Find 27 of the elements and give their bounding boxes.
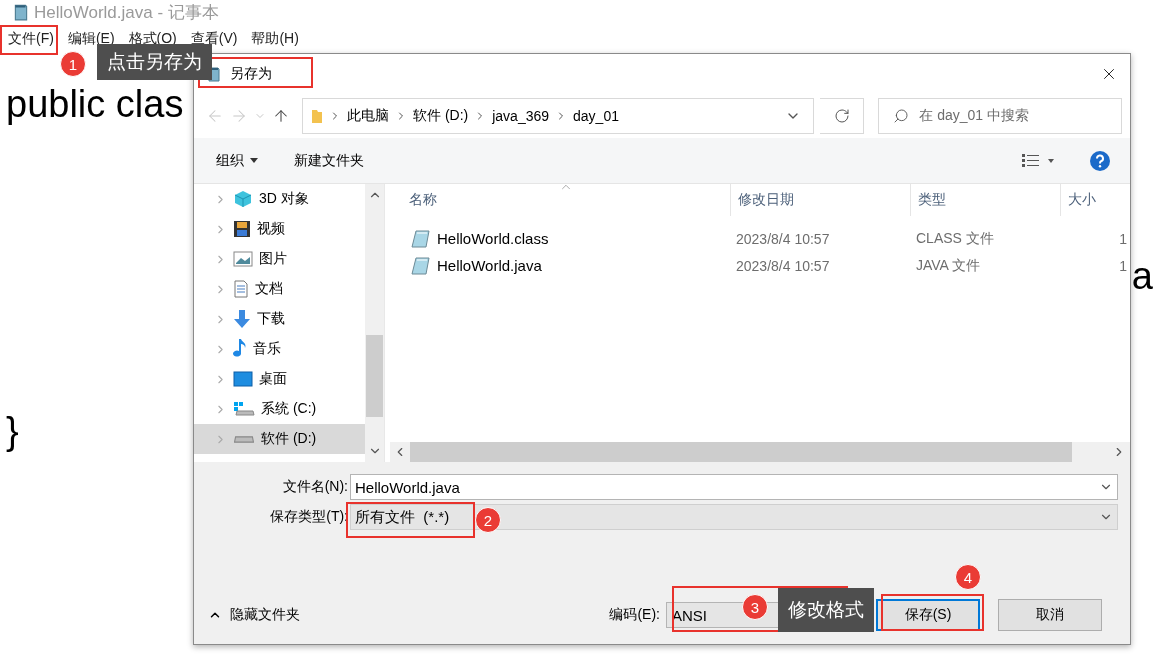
type-cell-text: CLASS 文件 bbox=[915, 229, 995, 248]
callout-tooltip: 点击另存为 bbox=[97, 44, 212, 80]
dialog-title: 另存为 bbox=[230, 65, 273, 83]
type-cell-text: JAVA 文件 bbox=[915, 256, 982, 275]
code-line: } bbox=[6, 409, 19, 454]
field-label: 保存类型(T): bbox=[269, 508, 349, 526]
code-line: public clas bbox=[6, 82, 184, 127]
nav-label: 软件 (D:) bbox=[261, 430, 317, 448]
field-label: 文件名(N): bbox=[281, 478, 349, 496]
field-label: 编码(E): bbox=[609, 606, 660, 624]
date-cell-text: 2023/8/4 10:57 bbox=[735, 257, 831, 274]
nav-label: 桌面 bbox=[259, 370, 287, 388]
nav-label: 视频 bbox=[257, 220, 285, 238]
nav-label: 3D 对象 bbox=[259, 190, 309, 208]
nav-label: 系统 (C:) bbox=[261, 400, 317, 418]
window-title: HelloWorld.java - 记事本 bbox=[34, 1, 219, 24]
size-cell-text: 1 bbox=[1118, 257, 1127, 274]
step-badge: 1 bbox=[60, 51, 86, 77]
nav-label: 文档 bbox=[255, 280, 283, 298]
nav-label: 音乐 bbox=[253, 340, 281, 358]
date-cell-text: 2023/8/4 10:57 bbox=[735, 230, 831, 247]
search-placeholder: 在 day_01 中搜索 bbox=[919, 107, 1029, 125]
code-line: a bbox=[1131, 254, 1153, 299]
nav-label: 下载 bbox=[257, 310, 285, 328]
callout-tooltip: 修改格式 bbox=[778, 588, 874, 632]
nav-label: 图片 bbox=[259, 250, 287, 268]
size-cell-text: 1 bbox=[1118, 230, 1127, 247]
